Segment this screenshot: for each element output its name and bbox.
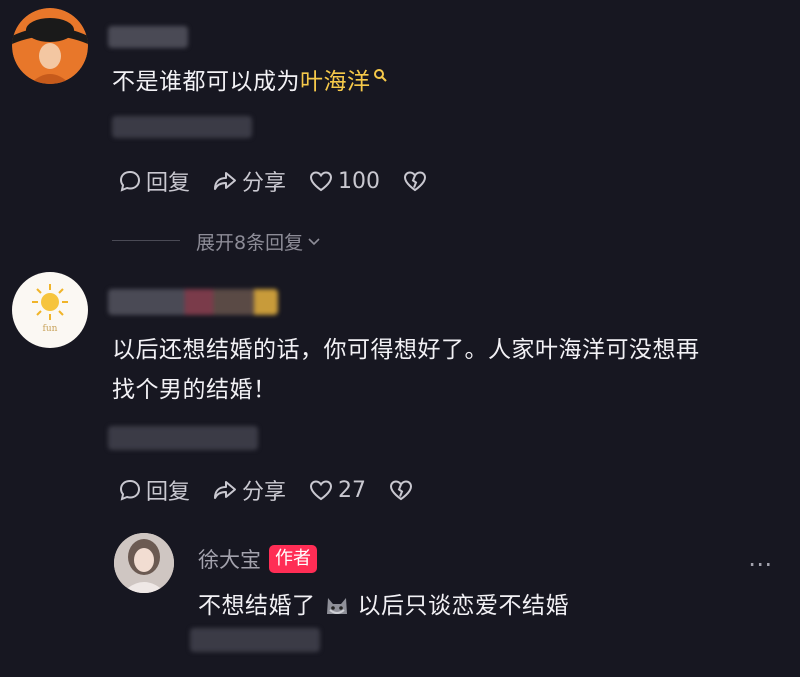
reply-text: 不想结婚了 以后只谈恋爱不结婚: [198, 586, 569, 626]
share-label: 分享: [242, 480, 287, 505]
cat-emoji-icon: [326, 598, 347, 614]
like-button[interactable]: 100: [308, 169, 380, 194]
timestamp-blurred: [112, 116, 252, 138]
username-blurred[interactable]: [108, 26, 188, 48]
author-badge: 作者: [269, 545, 317, 573]
avatar-caption: fun: [42, 324, 58, 334]
expand-divider: [112, 240, 180, 241]
share-icon: [214, 172, 237, 190]
timestamp-blurred: [108, 426, 258, 450]
timestamp-blurred: [190, 628, 320, 652]
comment-body-line: 以后还想结婚的话，你可得想好了。人家叶海洋可没想再: [112, 337, 700, 363]
search-link-text: 叶海洋: [300, 69, 371, 95]
share-button[interactable]: 分享: [212, 474, 286, 506]
username-blurred[interactable]: [108, 289, 278, 315]
like-count: 100: [338, 168, 381, 194]
user-avatar[interactable]: [12, 8, 88, 84]
comment-text: 以后还想结婚的话，你可得想好了。人家叶海洋可没想再 找个男的结婚！: [112, 330, 792, 410]
reply-button[interactable]: 回复: [118, 474, 190, 506]
heart-icon: [310, 171, 333, 192]
more-options-button[interactable]: ⋯: [748, 552, 772, 576]
comment-actions: 回复 分享 27: [118, 474, 440, 506]
chevron-down-icon: [308, 237, 320, 245]
comment-body: 不是谁都可以成为: [112, 69, 300, 95]
share-icon: [214, 481, 237, 499]
reply-icon: [119, 479, 141, 501]
search-link[interactable]: 叶海洋: [300, 69, 387, 95]
share-label: 分享: [242, 171, 287, 196]
dislike-button[interactable]: [402, 169, 432, 193]
reply-icon: [119, 170, 141, 192]
like-count: 27: [338, 477, 367, 503]
comment-actions: 回复 分享 100: [118, 165, 454, 197]
broken-heart-icon: [404, 171, 427, 192]
more-icon: ⋯: [748, 550, 772, 578]
author-avatar[interactable]: [114, 533, 174, 593]
share-button[interactable]: 分享: [212, 165, 286, 197]
comment-text: 不是谁都可以成为叶海洋: [112, 62, 387, 102]
expand-replies-button[interactable]: 展开8条回复: [196, 228, 322, 255]
reply-label: 回复: [146, 171, 191, 196]
broken-heart-icon: [390, 480, 413, 501]
search-icon: [373, 69, 387, 82]
heart-icon: [310, 480, 333, 501]
reply-body: 不想结婚了: [198, 593, 316, 619]
expand-replies-label: 展开8条回复: [196, 232, 304, 254]
user-avatar[interactable]: fun: [12, 272, 88, 348]
dislike-button[interactable]: [388, 478, 418, 502]
comment-body-line: 找个男的结婚！: [112, 377, 277, 403]
like-button[interactable]: 27: [308, 478, 366, 503]
reply-label: 回复: [146, 480, 191, 505]
reply-button[interactable]: 回复: [118, 165, 190, 197]
reply-body: 以后只谈恋爱不结婚: [357, 593, 569, 619]
reply-header: 徐大宝 作者: [198, 544, 317, 574]
author-username[interactable]: 徐大宝: [198, 544, 261, 574]
